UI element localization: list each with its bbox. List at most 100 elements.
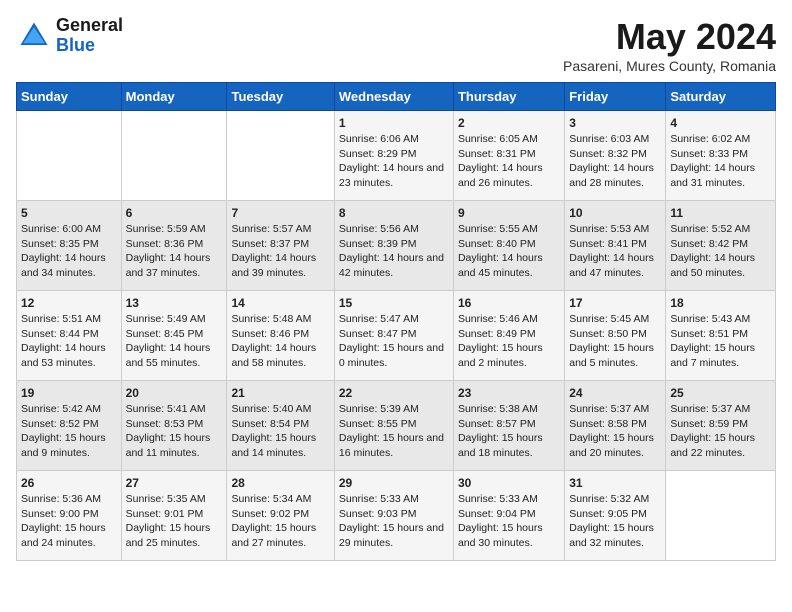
day-info: Sunrise: 5:40 AM Sunset: 8:54 PM Dayligh… <box>231 402 329 461</box>
calendar-cell: 3 Sunrise: 6:03 AM Sunset: 8:32 PM Daylig… <box>565 111 666 201</box>
day-number: 22 <box>339 386 449 400</box>
calendar-cell: 10 Sunrise: 5:53 AM Sunset: 8:41 PM Dayli… <box>565 201 666 291</box>
day-info: Sunrise: 5:32 AM Sunset: 9:05 PM Dayligh… <box>569 492 661 551</box>
calendar-cell: 17Sunrise: 5:45 AM Sunset: 8:50 PM Dayli… <box>565 291 666 381</box>
day-info: Sunrise: 5:51 AM Sunset: 8:44 PM Dayligh… <box>21 312 117 371</box>
day-number: 18 <box>670 296 771 310</box>
calendar-cell: 8 Sunrise: 5:56 AM Sunset: 8:39 PM Daylig… <box>334 201 453 291</box>
logo-text: General Blue <box>56 16 123 56</box>
calendar-cell: 26 Sunrise: 5:36 AM Sunset: 9:00 PM Dayli… <box>17 471 122 561</box>
day-info: Sunrise: 5:47 AM Sunset: 8:47 PM Dayligh… <box>339 312 449 371</box>
day-info: Sunrise: 5:48 AM Sunset: 8:46 PM Dayligh… <box>231 312 329 371</box>
calendar-cell: 15Sunrise: 5:47 AM Sunset: 8:47 PM Dayli… <box>334 291 453 381</box>
day-number: 7 <box>231 206 329 220</box>
day-number: 31 <box>569 476 661 490</box>
day-number: 23 <box>458 386 560 400</box>
calendar-cell: 19Sunrise: 5:42 AM Sunset: 8:52 PM Dayli… <box>17 381 122 471</box>
calendar-cell: 30 Sunrise: 5:33 AM Sunset: 9:04 PM Dayli… <box>453 471 564 561</box>
day-of-week-header: Sunday <box>17 83 122 111</box>
calendar-cell: 24Sunrise: 5:37 AM Sunset: 8:58 PM Dayli… <box>565 381 666 471</box>
calendar-cell: 9Sunrise: 5:55 AM Sunset: 8:40 PM Daylig… <box>453 201 564 291</box>
day-info: Sunrise: 5:45 AM Sunset: 8:50 PM Dayligh… <box>569 312 661 371</box>
calendar-cell: 12 Sunrise: 5:51 AM Sunset: 8:44 PM Dayli… <box>17 291 122 381</box>
day-of-week-header: Tuesday <box>227 83 334 111</box>
calendar-header: SundayMondayTuesdayWednesdayThursdayFrid… <box>17 83 776 111</box>
calendar-cell: 27 Sunrise: 5:35 AM Sunset: 9:01 PM Dayli… <box>121 471 227 561</box>
day-info: Sunrise: 5:34 AM Sunset: 9:02 PM Dayligh… <box>231 492 329 551</box>
day-info: Sunrise: 6:03 AM Sunset: 8:32 PM Dayligh… <box>569 132 661 191</box>
day-number: 14 <box>231 296 329 310</box>
calendar-cell: 16Sunrise: 5:46 AM Sunset: 8:49 PM Dayli… <box>453 291 564 381</box>
day-number: 29 <box>339 476 449 490</box>
calendar-cell: 4 Sunrise: 6:02 AM Sunset: 8:33 PM Daylig… <box>666 111 776 201</box>
day-info: Sunrise: 5:43 AM Sunset: 8:51 PM Dayligh… <box>670 312 771 371</box>
title-area: May 2024 Pasareni, Mures County, Romania <box>563 16 776 74</box>
day-number: 26 <box>21 476 117 490</box>
day-info: Sunrise: 5:53 AM Sunset: 8:41 PM Dayligh… <box>569 222 661 281</box>
calendar-cell: 29 Sunrise: 5:33 AM Sunset: 9:03 PM Dayli… <box>334 471 453 561</box>
day-info: Sunrise: 5:41 AM Sunset: 8:53 PM Dayligh… <box>126 402 223 461</box>
calendar-cell: 6 Sunrise: 5:59 AM Sunset: 8:36 PM Daylig… <box>121 201 227 291</box>
logo-general-text: General <box>56 16 123 36</box>
calendar-cell: 14 Sunrise: 5:48 AM Sunset: 8:46 PM Dayli… <box>227 291 334 381</box>
calendar-table: SundayMondayTuesdayWednesdayThursdayFrid… <box>16 82 776 561</box>
header-row: SundayMondayTuesdayWednesdayThursdayFrid… <box>17 83 776 111</box>
day-info: Sunrise: 5:35 AM Sunset: 9:01 PM Dayligh… <box>126 492 223 551</box>
day-info: Sunrise: 5:39 AM Sunset: 8:55 PM Dayligh… <box>339 402 449 461</box>
calendar-cell: 31 Sunrise: 5:32 AM Sunset: 9:05 PM Dayli… <box>565 471 666 561</box>
calendar-week-row: 26 Sunrise: 5:36 AM Sunset: 9:00 PM Dayli… <box>17 471 776 561</box>
day-info: Sunrise: 5:36 AM Sunset: 9:00 PM Dayligh… <box>21 492 117 551</box>
calendar-week-row: 1 Sunrise: 6:06 AM Sunset: 8:29 PM Daylig… <box>17 111 776 201</box>
calendar-week-row: 5 Sunrise: 6:00 AM Sunset: 8:35 PM Daylig… <box>17 201 776 291</box>
day-number: 12 <box>21 296 117 310</box>
calendar-cell: 2 Sunrise: 6:05 AM Sunset: 8:31 PM Daylig… <box>453 111 564 201</box>
day-number: 1 <box>339 116 449 130</box>
day-info: Sunrise: 6:06 AM Sunset: 8:29 PM Dayligh… <box>339 132 449 191</box>
day-of-week-header: Thursday <box>453 83 564 111</box>
day-info: Sunrise: 6:05 AM Sunset: 8:31 PM Dayligh… <box>458 132 560 191</box>
day-info: Sunrise: 5:52 AM Sunset: 8:42 PM Dayligh… <box>670 222 771 281</box>
calendar-cell: 25Sunrise: 5:37 AM Sunset: 8:59 PM Dayli… <box>666 381 776 471</box>
calendar-cell: 28 Sunrise: 5:34 AM Sunset: 9:02 PM Dayli… <box>227 471 334 561</box>
day-info: Sunrise: 5:56 AM Sunset: 8:39 PM Dayligh… <box>339 222 449 281</box>
day-info: Sunrise: 5:59 AM Sunset: 8:36 PM Dayligh… <box>126 222 223 281</box>
logo: General Blue <box>16 16 123 56</box>
day-info: Sunrise: 5:33 AM Sunset: 9:03 PM Dayligh… <box>339 492 449 551</box>
day-number: 10 <box>569 206 661 220</box>
day-info: Sunrise: 5:57 AM Sunset: 8:37 PM Dayligh… <box>231 222 329 281</box>
calendar-body: 1 Sunrise: 6:06 AM Sunset: 8:29 PM Daylig… <box>17 111 776 561</box>
day-info: Sunrise: 5:42 AM Sunset: 8:52 PM Dayligh… <box>21 402 117 461</box>
calendar-cell <box>227 111 334 201</box>
day-number: 13 <box>126 296 223 310</box>
day-number: 25 <box>670 386 771 400</box>
calendar-cell: 22 Sunrise: 5:39 AM Sunset: 8:55 PM Dayli… <box>334 381 453 471</box>
day-info: Sunrise: 5:37 AM Sunset: 8:58 PM Dayligh… <box>569 402 661 461</box>
day-number: 8 <box>339 206 449 220</box>
day-of-week-header: Wednesday <box>334 83 453 111</box>
calendar-cell: 23Sunrise: 5:38 AM Sunset: 8:57 PM Dayli… <box>453 381 564 471</box>
month-title: May 2024 <box>563 16 776 58</box>
calendar-cell <box>17 111 122 201</box>
calendar-week-row: 19Sunrise: 5:42 AM Sunset: 8:52 PM Dayli… <box>17 381 776 471</box>
day-of-week-header: Friday <box>565 83 666 111</box>
day-of-week-header: Monday <box>121 83 227 111</box>
day-info: Sunrise: 5:33 AM Sunset: 9:04 PM Dayligh… <box>458 492 560 551</box>
day-number: 11 <box>670 206 771 220</box>
day-number: 4 <box>670 116 771 130</box>
logo-blue-text: Blue <box>56 36 123 56</box>
day-info: Sunrise: 6:00 AM Sunset: 8:35 PM Dayligh… <box>21 222 117 281</box>
calendar-cell: 21 Sunrise: 5:40 AM Sunset: 8:54 PM Dayli… <box>227 381 334 471</box>
day-number: 5 <box>21 206 117 220</box>
calendar-cell: 18 Sunrise: 5:43 AM Sunset: 8:51 PM Dayli… <box>666 291 776 381</box>
day-number: 21 <box>231 386 329 400</box>
day-number: 27 <box>126 476 223 490</box>
calendar-cell: 20Sunrise: 5:41 AM Sunset: 8:53 PM Dayli… <box>121 381 227 471</box>
day-number: 30 <box>458 476 560 490</box>
day-number: 6 <box>126 206 223 220</box>
day-info: Sunrise: 6:02 AM Sunset: 8:33 PM Dayligh… <box>670 132 771 191</box>
day-number: 28 <box>231 476 329 490</box>
calendar-cell: 5 Sunrise: 6:00 AM Sunset: 8:35 PM Daylig… <box>17 201 122 291</box>
day-number: 2 <box>458 116 560 130</box>
day-number: 3 <box>569 116 661 130</box>
calendar-cell: 7 Sunrise: 5:57 AM Sunset: 8:37 PM Daylig… <box>227 201 334 291</box>
